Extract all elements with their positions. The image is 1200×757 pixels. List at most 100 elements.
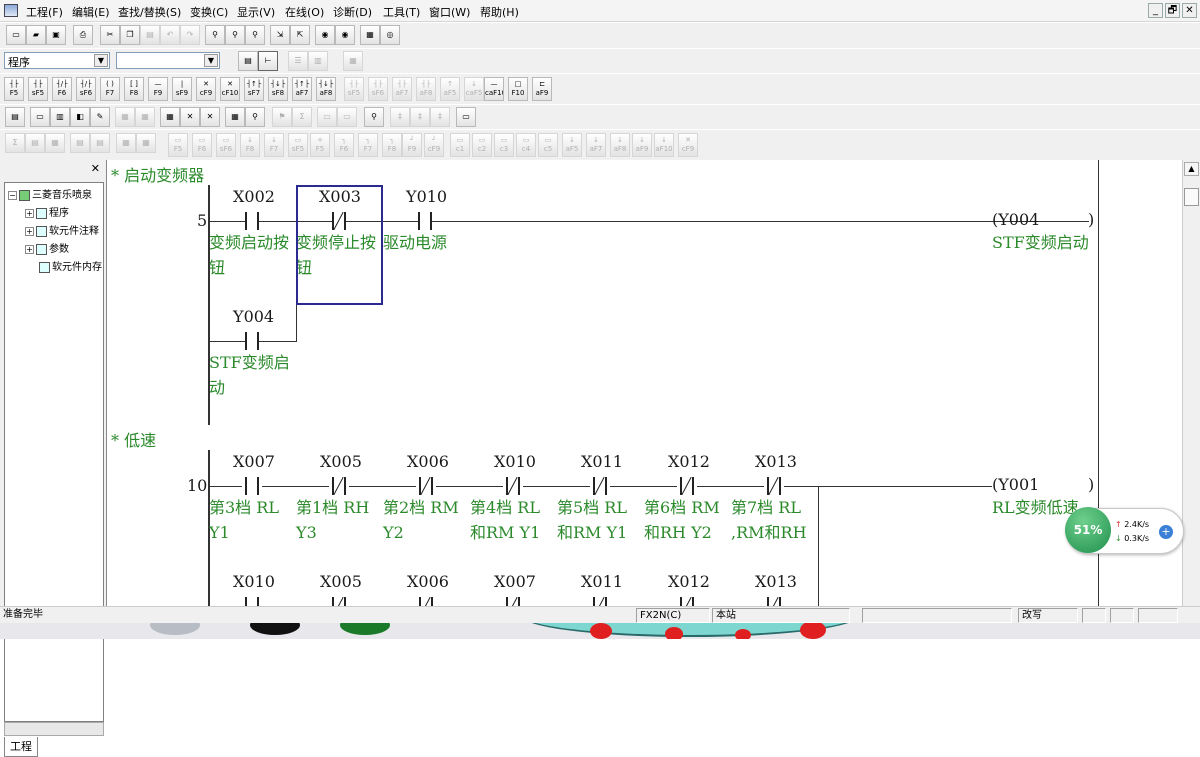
program-select[interactable]: ▼ bbox=[116, 52, 220, 69]
register-icon[interactable]: ◎ bbox=[380, 25, 400, 45]
comment-view-icon[interactable]: ▥ bbox=[308, 51, 328, 71]
menu-online[interactable]: 在线(O) bbox=[285, 4, 324, 20]
disabled-ladder-icon[interactable]: ┤├ aF8 bbox=[416, 77, 436, 101]
pulse-convert-icon[interactable]: ⊏ aF9 bbox=[532, 77, 552, 101]
copy-icon[interactable]: ❐ bbox=[120, 25, 140, 45]
trace-settings-icon[interactable]: ▦ bbox=[135, 107, 155, 127]
note-icon[interactable]: ▥ bbox=[50, 107, 70, 127]
tree-item-device-memory[interactable]: 软元件内存 bbox=[37, 258, 102, 273]
operation-result-icon[interactable]: — caF10 bbox=[484, 77, 504, 101]
test-icon[interactable]: ⚑ bbox=[272, 107, 292, 127]
alias-icon[interactable]: ◧ bbox=[70, 107, 90, 127]
sfc-step-icon[interactable]: ↓ aF5 bbox=[562, 133, 582, 157]
list-view-icon[interactable]: ☰ bbox=[288, 51, 308, 71]
entry-data-icon[interactable]: ✕ bbox=[200, 107, 220, 127]
save-icon[interactable]: ▣ bbox=[46, 25, 66, 45]
sampling-icon[interactable]: ▦ bbox=[160, 107, 180, 127]
scroll-thumb[interactable] bbox=[1184, 188, 1199, 206]
application-instruction-icon[interactable]: [ ] F8 bbox=[124, 77, 144, 101]
sfc-icon[interactable]: ▦ bbox=[136, 133, 156, 153]
falling-pulse-icon[interactable]: ┤↓├ sF8 bbox=[268, 77, 288, 101]
sfc-step-icon[interactable]: ▭ sF5 bbox=[288, 133, 308, 157]
batch-monitor-icon[interactable]: ⚲ bbox=[245, 107, 265, 127]
disabled-ladder-icon[interactable]: ┤├ sF6 bbox=[368, 77, 388, 101]
device-batch-icon[interactable]: ▦ bbox=[360, 25, 380, 45]
sfc-step-icon[interactable]: ┐ F6 bbox=[334, 133, 354, 157]
close-icon[interactable]: ✕ bbox=[91, 162, 100, 175]
menu-tools[interactable]: 工具(T) bbox=[383, 4, 420, 20]
restore-button[interactable]: 🗗 bbox=[1165, 3, 1180, 18]
redo-icon[interactable]: ↷ bbox=[180, 25, 200, 45]
new-file-icon[interactable]: ▭ bbox=[6, 25, 26, 45]
no-contact-icon[interactable]: ┤├ F5 bbox=[4, 77, 24, 101]
monitor-icon[interactable]: ◉ bbox=[315, 25, 335, 45]
menu-help[interactable]: 帮助(H) bbox=[480, 4, 519, 20]
menu-project[interactable]: 工程(F) bbox=[26, 4, 63, 20]
block-icon[interactable]: ▭ bbox=[317, 107, 337, 127]
edit-mode-icon[interactable]: ✎ bbox=[90, 107, 110, 127]
timing-icon[interactable]: Σ bbox=[292, 107, 312, 127]
read-plc-icon[interactable]: ⇱ bbox=[290, 25, 310, 45]
expand-icon[interactable]: + bbox=[25, 208, 34, 218]
sfc-step-icon[interactable]: ▭ sF6 bbox=[216, 133, 236, 157]
sfc-step-icon[interactable]: ┐ F7 bbox=[358, 133, 378, 157]
network-speed-widget[interactable]: 51% ↑ 2.4K/s ↓ 0.3K/s + bbox=[1065, 507, 1184, 554]
find-device-icon[interactable]: ⚲ bbox=[205, 25, 225, 45]
sfc-step-icon[interactable]: ┘ F9 bbox=[402, 133, 422, 157]
sfc-step-icon[interactable]: ▭ c1 bbox=[450, 133, 470, 157]
sfc-step-icon[interactable]: ↓ aF10 bbox=[654, 133, 674, 157]
minimize-button[interactable]: _ bbox=[1148, 3, 1163, 18]
expand-icon[interactable]: + bbox=[25, 244, 34, 254]
horizontal-line-icon[interactable]: — F9 bbox=[148, 77, 168, 101]
sfc-step-icon[interactable]: ↓ aF8 bbox=[610, 133, 630, 157]
window-icon[interactable]: ▭ bbox=[456, 107, 476, 127]
device-test-icon[interactable]: ✕ bbox=[180, 107, 200, 127]
menu-view[interactable]: 显示(V) bbox=[237, 4, 275, 20]
app-icon[interactable] bbox=[4, 4, 18, 17]
trace-icon[interactable]: ▦ bbox=[115, 107, 135, 127]
sfc-view-icon[interactable]: ▦ bbox=[343, 51, 363, 71]
comment-icon[interactable]: ▤ bbox=[5, 107, 25, 127]
paste-icon[interactable]: ▤ bbox=[140, 25, 160, 45]
sfc-icon[interactable]: Σ bbox=[5, 133, 25, 153]
menu-convert[interactable]: 变换(C) bbox=[190, 4, 228, 20]
close-button[interactable]: ✕ bbox=[1182, 3, 1197, 18]
step-over-icon[interactable]: ‡ bbox=[410, 107, 430, 127]
sfc-step-icon[interactable]: ▭ F6 bbox=[192, 133, 212, 157]
menu-find-replace[interactable]: 查找/替换(S) bbox=[118, 4, 181, 20]
scroll-up-icon[interactable]: ▲ bbox=[1184, 162, 1199, 176]
skip-icon[interactable]: ‡ bbox=[430, 107, 450, 127]
sfc-step-icon[interactable]: ↓ aF9 bbox=[632, 133, 652, 157]
program-icon[interactable]: ▤ bbox=[238, 51, 258, 71]
tree-item-device-comment[interactable]: + 软元件注释 bbox=[25, 222, 99, 237]
sfc-icon[interactable]: ▤ bbox=[70, 133, 90, 153]
rising-pulse-icon[interactable]: ┤↑├ sF7 bbox=[244, 77, 264, 101]
collapse-icon[interactable]: − bbox=[8, 190, 17, 200]
step-icon[interactable]: ‡ bbox=[390, 107, 410, 127]
vertical-scrollbar[interactable]: ▲ bbox=[1182, 160, 1200, 606]
disabled-ladder-icon[interactable]: ↓ caF5 bbox=[464, 77, 484, 101]
plus-icon[interactable]: + bbox=[1159, 525, 1173, 539]
disabled-ladder-icon[interactable]: ┤├ sF5 bbox=[344, 77, 364, 101]
sfc-icon[interactable]: ▦ bbox=[45, 133, 65, 153]
tree-item-program[interactable]: + 程序 bbox=[25, 204, 69, 219]
disabled-ladder-icon[interactable]: ┤├ aF7 bbox=[392, 77, 412, 101]
print-icon[interactable]: ⎙ bbox=[73, 25, 93, 45]
sfc-step-icon[interactable]: ▭ c3 bbox=[494, 133, 514, 157]
parallel-no-contact-icon[interactable]: ┤├ sF5 bbox=[28, 77, 48, 101]
invert-icon[interactable]: □ F10 bbox=[508, 77, 528, 101]
sfc-step-icon[interactable]: ┐ F8 bbox=[382, 133, 402, 157]
block-out-icon[interactable]: ▭ bbox=[337, 107, 357, 127]
find-string-icon[interactable]: ⚲ bbox=[245, 25, 265, 45]
chevron-down-icon[interactable]: ▼ bbox=[204, 54, 218, 67]
sfc-step-icon[interactable]: ▭ c2 bbox=[472, 133, 492, 157]
nc-contact-icon[interactable]: ┤/├ F6 bbox=[52, 77, 72, 101]
disabled-ladder-icon[interactable]: ↑ aF5 bbox=[440, 77, 460, 101]
parallel-nc-contact-icon[interactable]: ┤/├ sF6 bbox=[76, 77, 96, 101]
monitor-write-icon[interactable]: ◉ bbox=[335, 25, 355, 45]
delete-vertical-icon[interactable]: ✕ cF10 bbox=[220, 77, 240, 101]
tree-item-parameter[interactable]: + 参数 bbox=[25, 240, 69, 255]
sfc-icon[interactable]: ▤ bbox=[90, 133, 110, 153]
sfc-step-icon[interactable]: ✕ cF9 bbox=[678, 133, 698, 157]
sfc-step-icon[interactable]: ┘ cF9 bbox=[424, 133, 444, 157]
